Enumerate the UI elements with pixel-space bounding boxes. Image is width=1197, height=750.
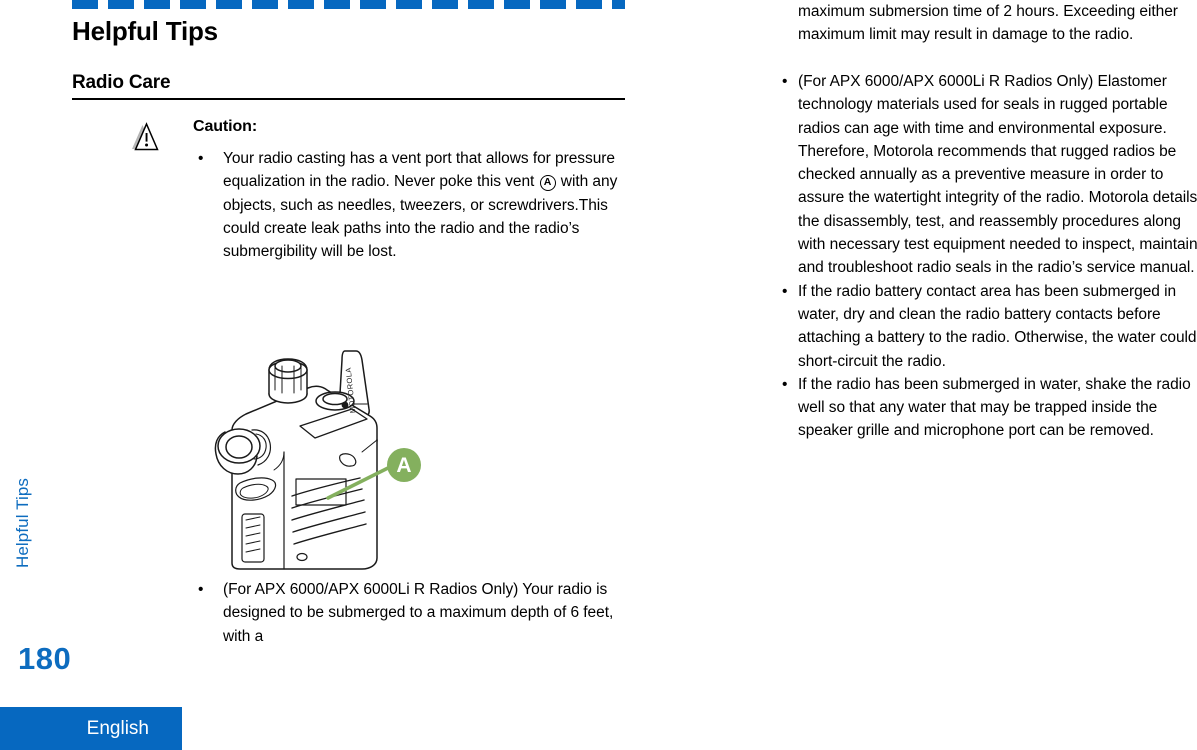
language-label: English: [86, 718, 149, 739]
apx-radio-vent-port-illustration: MOTOROLA A: [214, 350, 421, 570]
bullet-glyph: •: [782, 73, 788, 90]
decorative-dashed-rule: [72, 0, 625, 9]
caution-title: Caution:: [193, 118, 258, 135]
bullet-glyph: •: [198, 150, 204, 167]
right-column-bullet-list: • (For APX 6000/APX 6000Li R Radios Only)…: [780, 70, 1197, 443]
side-chapter-tab-label: Helpful Tips: [13, 477, 32, 569]
right-bullet-item: • If the radio has been submerged in wate…: [780, 373, 1197, 443]
left-bottom-bullet-list: • (For APX 6000/APX 6000Li R Radios Only)…: [196, 578, 636, 648]
right-bullet-text: If the radio has been submerged in water…: [798, 375, 1191, 440]
left-column: Helpful Tips Radio Care: [72, 14, 628, 100]
page-title: Helpful Tips: [72, 16, 218, 46]
caution-bullet-list: • Your radio casting has a vent port that…: [196, 147, 632, 263]
right-column-continuation-paragraph: maximum submersion time of 2 hours. Exce…: [798, 3, 1178, 44]
page-number: 180: [18, 641, 72, 676]
right-bullet-text: If the radio battery contact area has be…: [798, 282, 1197, 370]
right-bullet-text: (For APX 6000/APX 6000Li R Radios Only) …: [798, 73, 1197, 277]
bullet-glyph: •: [782, 282, 788, 300]
right-bullet-item: • (For APX 6000/APX 6000Li R Radios Only)…: [780, 70, 1197, 280]
left-bottom-bullet-text: (For APX 6000/APX 6000Li R Radios Only) …: [223, 581, 614, 645]
right-bullet-item: • If the radio battery contact area has b…: [780, 280, 1197, 373]
bullet-glyph: •: [198, 581, 204, 598]
section-heading-container: Radio Care: [72, 71, 625, 100]
callout-letter-a: A: [396, 454, 411, 477]
side-chapter-tab: Helpful Tips: [0, 470, 46, 590]
left-bottom-bullet-item: • (For APX 6000/APX 6000Li R Radios Only)…: [196, 578, 636, 648]
section-heading: Radio Care: [72, 72, 171, 93]
bullet-glyph: •: [782, 375, 788, 393]
warning-triangle-icon: [132, 122, 159, 151]
caution-bullet-item: • Your radio casting has a vent port that…: [196, 147, 632, 263]
language-bar: English: [0, 707, 182, 750]
circled-letter-a: A: [539, 175, 556, 192]
